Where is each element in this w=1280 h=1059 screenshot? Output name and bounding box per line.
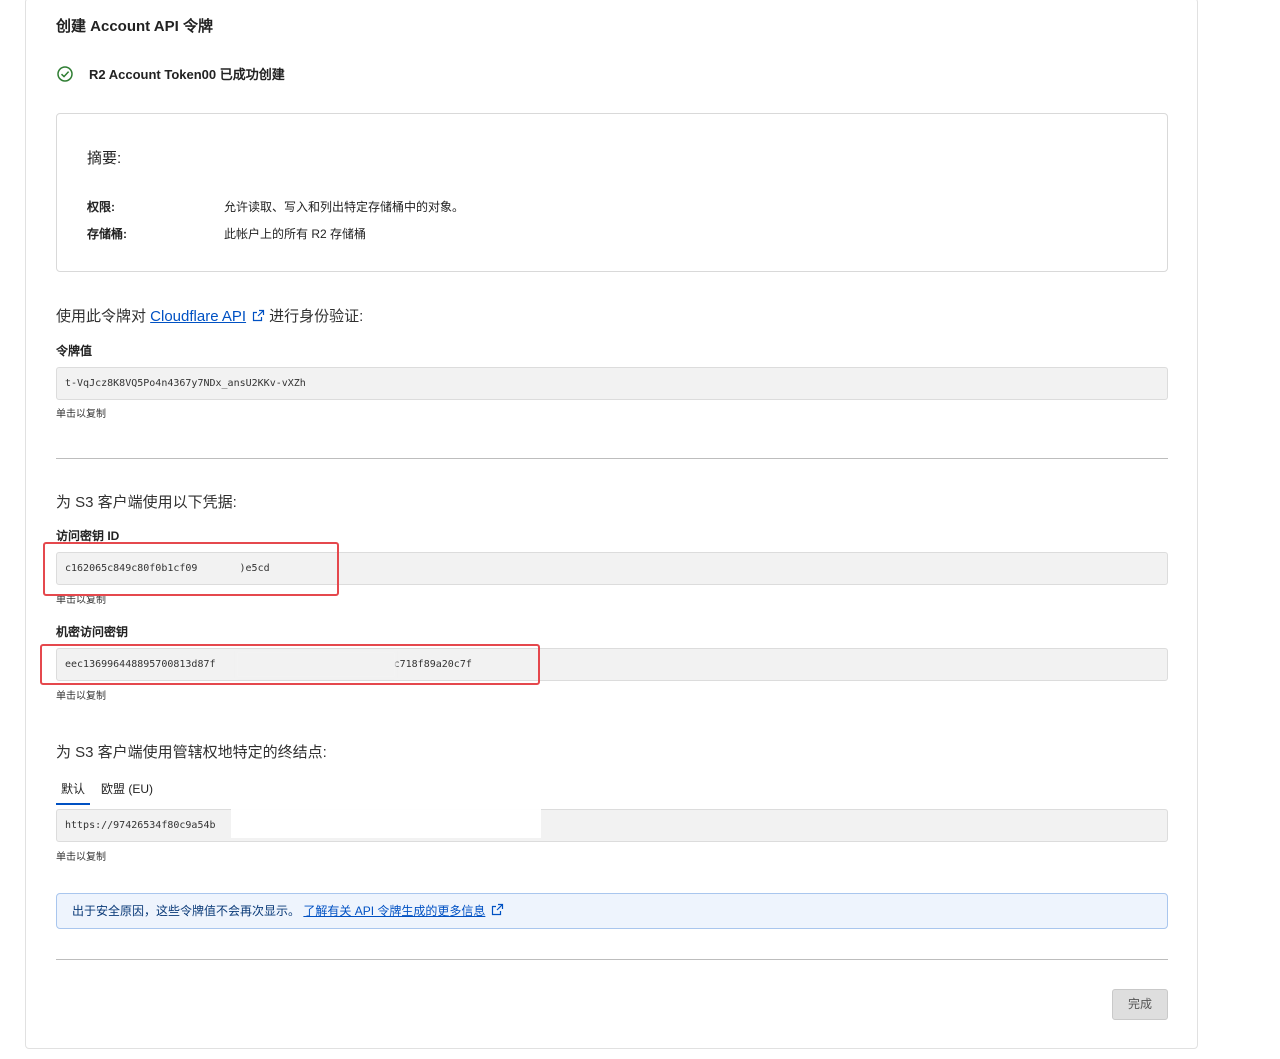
footer-divider (56, 959, 1168, 960)
buckets-label: 存储桶: (87, 227, 127, 241)
success-row: R2 Account Token00 已成功创建 (56, 64, 285, 83)
redacted-endpoint (231, 808, 541, 838)
token-value-text: t-VqJcz8K8VQ5Po4n4367y7NDx_ansU2KKv-vXZh (65, 378, 306, 389)
secret-key-highlight (40, 644, 540, 685)
api-auth-prefix: 使用此令牌对 (56, 308, 151, 325)
token-copy-hint[interactable]: 单击以复制 (56, 405, 106, 420)
security-notice: 出于安全原因，这些令牌值不会再次显示。 了解有关 API 令牌生成的更多信息 (56, 893, 1168, 929)
external-link-icon[interactable] (491, 903, 504, 916)
summary-box: 摘要: 权限: 允许读取、写入和列出特定存储桶中的对象。 存储桶: 此帐户上的所… (56, 113, 1168, 272)
secret-key-copy-hint[interactable]: 单击以复制 (56, 687, 106, 702)
cloudflare-api-link[interactable]: Cloudflare API (150, 308, 246, 325)
token-value-label: 令牌值 (56, 344, 93, 358)
endpoint-field[interactable]: https://97426534f80c9a54b (56, 809, 1168, 842)
endpoint-text: https://97426534f80c9a54b (65, 820, 216, 831)
external-link-icon[interactable] (252, 309, 265, 322)
endpoint-tabs: 默认 欧盟 (EU) (56, 776, 164, 805)
tab-default[interactable]: 默认 (56, 776, 91, 805)
check-circle-icon (57, 65, 73, 82)
token-value-field[interactable]: t-VqJcz8K8VQ5Po4n4367y7NDx_ansU2KKv-vXZh (56, 367, 1168, 400)
endpoint-heading: 为 S3 客户端使用管辖权地特定的终结点: (56, 744, 327, 761)
success-message: R2 Account Token00 已成功创建 (89, 67, 285, 82)
permissions-value: 允许读取、写入和列出特定存储桶中的对象。 (224, 200, 465, 214)
access-key-highlight (43, 542, 339, 596)
api-auth-heading: 使用此令牌对 Cloudflare API 进行身份验证: (56, 305, 363, 326)
endpoint-copy-hint[interactable]: 单击以复制 (56, 848, 106, 863)
s3-credentials-heading: 为 S3 客户端使用以下凭据: (56, 494, 237, 511)
api-auth-suffix: 进行身份验证: (269, 308, 364, 325)
notice-text: 出于安全原因，这些令牌值不会再次显示。 (72, 904, 301, 918)
section-divider (56, 458, 1168, 459)
permissions-label: 权限: (87, 200, 115, 214)
secret-key-label: 机密访问密钥 (56, 625, 129, 639)
page-title: 创建 Account API 令牌 (56, 18, 213, 35)
summary-heading: 摘要: (87, 150, 122, 167)
buckets-value: 此帐户上的所有 R2 存储桶 (224, 227, 367, 241)
done-button[interactable]: 完成 (1112, 989, 1168, 1020)
learn-more-link[interactable]: 了解有关 API 令牌生成的更多信息 (303, 904, 485, 918)
tab-eu[interactable]: 欧盟 (EU) (96, 776, 158, 805)
